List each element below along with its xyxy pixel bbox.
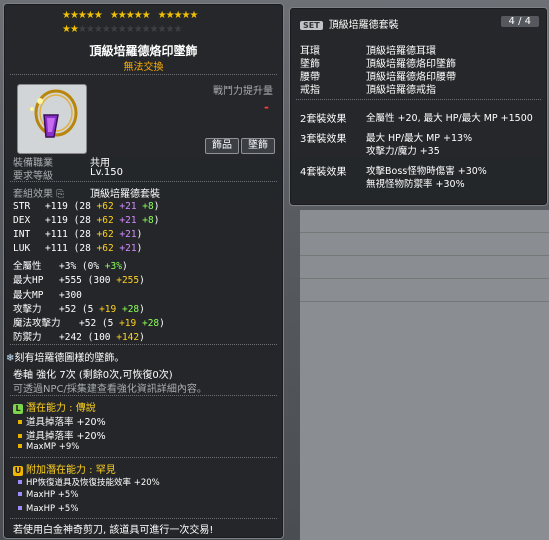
scroll-upgrade-info: 卷軸 強化 7次 (剩餘0次,可恢復0次): [13, 370, 173, 381]
star-group: ★★★★★: [109, 10, 151, 21]
pendant-icon: [30, 89, 78, 138]
potential-line: MaxMP +9%: [16, 442, 79, 452]
set-header: SET 頂級培羅德套裝: [300, 16, 399, 31]
set-effect-label: 4套裝效果: [300, 167, 347, 178]
bonus-potential-line: MaxHP +5%: [16, 490, 78, 500]
copy-icon: ⎘: [56, 189, 65, 200]
item-icon-box: [17, 84, 87, 154]
divider: [10, 344, 277, 345]
bonus-potential-line: HP恢復道具及恢復技能效率 +20%: [16, 476, 160, 488]
stat-int: INT +111 (28 +62 +21): [13, 229, 143, 240]
set-tag-icon: SET: [300, 21, 323, 30]
bonus-potential-line: MaxHP +5%: [16, 504, 78, 514]
empty-stars: ★★★★★★★★★★★★★: [77, 24, 183, 35]
potential-header: L 潛在能力 : 傳說: [13, 399, 96, 414]
background-window: [300, 210, 549, 540]
divider: [296, 99, 541, 100]
set-count: 4 / 4: [500, 16, 539, 27]
set-effect-line: 攻擊Boss怪物時傷害 +30%: [366, 166, 487, 177]
stat-allstat: 全屬性 +3% (0% +3%): [13, 261, 128, 272]
item-tooltip: ★★★★★ ★★★★★ ★★★★★ ★★★★★★★★★★★★★★★ 頂級培羅德烙印墜…: [3, 3, 284, 539]
level-value: Lv.150: [90, 167, 123, 178]
divider: [10, 457, 277, 458]
category-tag-pendant: 墜飾: [241, 138, 275, 154]
set-effect-line: 攻擊力/魔力 +35: [366, 146, 440, 157]
star-force-row2: ★★★★★★★★★★★★★★★: [62, 24, 183, 35]
set-effect-label: 2套裝效果: [300, 114, 347, 125]
star-group: ★★★★★: [62, 10, 103, 21]
stat-matk: 魔法攻擊力 +52 (5 +19 +28): [13, 318, 165, 329]
stat-maxhp: 最大HP +555 (300 +255): [13, 275, 145, 286]
item-name: 頂級培羅德烙印墜飾: [89, 44, 198, 58]
set-effect-label: 套組效果 ⎘: [13, 189, 65, 200]
divider: [10, 518, 277, 519]
set-effect-line: 全屬性 +20, 最大 HP/最大 MP +1500: [366, 113, 533, 124]
set-part-slot: 戒指: [300, 85, 320, 96]
item-description: ❄刻有培羅德圖樣的墜飾。: [6, 353, 125, 364]
set-effect-line: 無視怪物防禦率 +30%: [366, 179, 465, 190]
set-effect-line: 最大 HP/最大 MP +13%: [366, 133, 473, 144]
combat-power-label: 戰鬥力提升量: [213, 86, 273, 97]
stat-str: STR +119 (28 +62 +21 +8): [13, 201, 160, 212]
set-tooltip: SET 頂級培羅德套裝 4 / 4 耳環 頂級培羅德耳環 墜飾 頂級培羅德烙印墜飾…: [289, 7, 548, 206]
stat-dex: DEX +119 (28 +62 +21 +8): [13, 215, 160, 226]
legendary-badge-icon: L: [13, 404, 23, 414]
star-group: ★★: [62, 24, 79, 35]
bonus-potential-header: U 附加潛在能力 : 罕見: [13, 465, 116, 476]
stat-maxmp: 最大MP +300: [13, 290, 82, 301]
combat-power-value: -: [264, 100, 269, 114]
set-effect-label: 3套裝效果: [300, 134, 347, 145]
set-part-item: 頂級培羅德戒指: [366, 85, 436, 96]
stat-def: 防禦力 +242 (100 +142): [13, 332, 145, 343]
npc-hint: 可透過NPC/採集建查看強化資訊詳細內容。: [13, 384, 207, 395]
scissors-hint: 若使用白金神奇剪刀, 該道具可進行一次交易!: [13, 525, 214, 536]
stat-luk: LUK +111 (28 +62 +21): [13, 243, 143, 254]
stat-atk: 攻擊力 +52 (5 +19 +28): [13, 304, 145, 315]
star-group: ★★★★★: [157, 10, 199, 21]
divider: [10, 181, 277, 182]
set-name: 頂級培羅德套裝: [90, 189, 160, 200]
level-label: 要求等級: [13, 171, 53, 182]
star-force-row1: ★★★★★ ★★★★★ ★★★★★: [62, 10, 199, 21]
category-tag-accessory: 飾品: [205, 138, 239, 154]
rare-badge-icon: U: [13, 466, 23, 476]
potential-line: 道具掉落率 +20%: [16, 428, 106, 442]
potential-line: 道具掉落率 +20%: [16, 414, 106, 428]
untradeable-label: 無法交換: [123, 62, 164, 73]
divider: [10, 395, 277, 396]
divider: [10, 74, 277, 75]
